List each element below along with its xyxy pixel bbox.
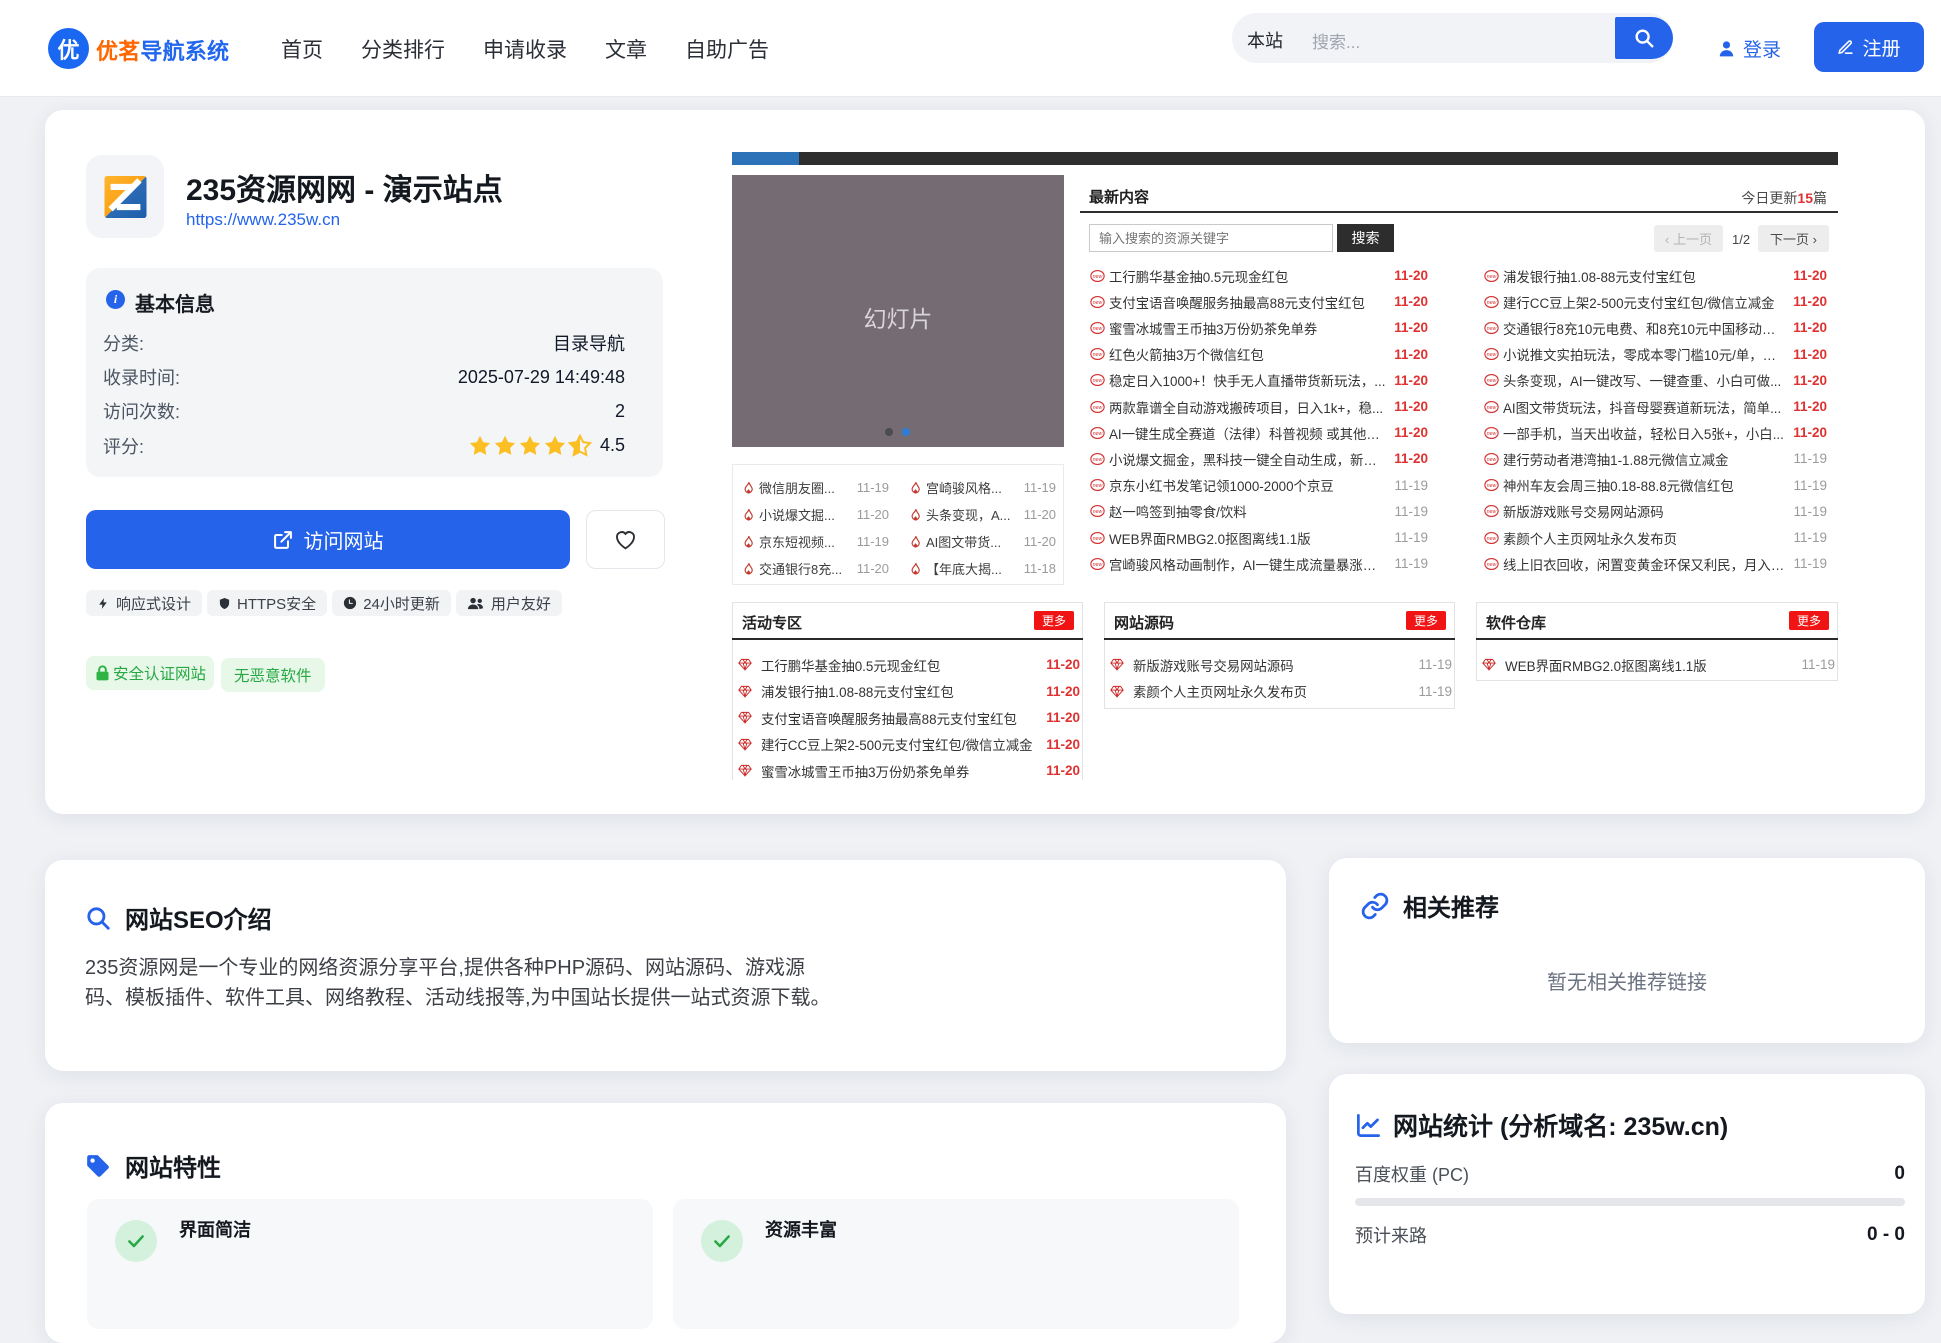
svg-text:new: new <box>1093 483 1104 489</box>
svg-text:new: new <box>1093 274 1104 280</box>
svg-text:new: new <box>1093 536 1104 542</box>
svg-text:new: new <box>1487 274 1498 280</box>
svg-text:new: new <box>1093 378 1104 384</box>
svg-text:new: new <box>1487 431 1498 437</box>
svg-text:new: new <box>1487 483 1498 489</box>
svg-text:new: new <box>1487 536 1498 542</box>
svg-text:new: new <box>1487 457 1498 463</box>
svg-text:new: new <box>1487 562 1498 568</box>
svg-text:new: new <box>1093 457 1104 463</box>
svg-text:new: new <box>1487 326 1498 332</box>
svg-text:new: new <box>1093 509 1104 515</box>
svg-text:new: new <box>1487 509 1498 515</box>
svg-text:new: new <box>1487 378 1498 384</box>
svg-text:new: new <box>1487 405 1498 411</box>
svg-text:new: new <box>1093 300 1104 306</box>
svg-text:new: new <box>1093 431 1104 437</box>
svg-text:new: new <box>1093 352 1104 358</box>
svg-text:new: new <box>1093 326 1104 332</box>
svg-text:new: new <box>1487 300 1498 306</box>
svg-text:new: new <box>1093 405 1104 411</box>
svg-text:new: new <box>1487 352 1498 358</box>
svg-text:new: new <box>1093 562 1104 568</box>
